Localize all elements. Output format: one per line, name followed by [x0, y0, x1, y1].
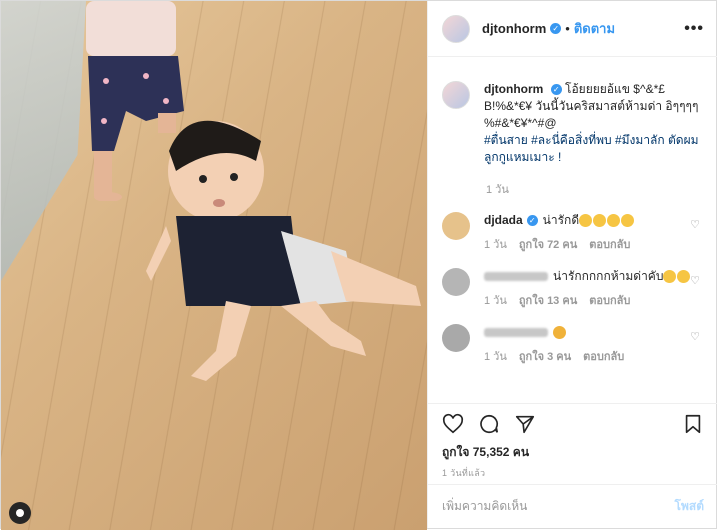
caption-avatar[interactable] — [442, 81, 470, 109]
reply-button[interactable]: ตอบกลับ — [589, 239, 630, 251]
verified-badge-icon: ✓ — [550, 23, 562, 34]
comment-time: 1 วัน — [484, 351, 507, 363]
caption-hashtags[interactable]: #ตื่นสาย #ละนี่คือสิ่งที่พบ #มึงมาลัก ตั… — [484, 132, 704, 166]
post-photo[interactable] — [1, 1, 427, 530]
author-avatar[interactable] — [442, 14, 470, 43]
redacted-username — [484, 272, 548, 282]
comments-scroll[interactable]: djtonhorm ✓ โอ้ยยยยอ้แข $^&*£ B!%&*€¥ วั… — [428, 57, 717, 397]
comment-meta: 1 วัน ถูกใจ 13 คน ตอบกลับ — [484, 293, 694, 310]
comment-line: น่ารักกกกกห้ามด่าคับ — [484, 268, 694, 285]
reply-button[interactable]: ตอบกลับ — [583, 351, 624, 363]
tagged-user-icon[interactable] — [9, 502, 31, 524]
comment-body: น่ารักกกกกห้ามด่าคับ 1 วัน ถูกใจ 13 คน ตอบก… — [484, 268, 694, 310]
comment-text: น่ารักดี — [542, 213, 580, 227]
commenter-avatar[interactable] — [442, 268, 470, 296]
comment-like-heart-icon[interactable]: ♡ — [690, 218, 700, 231]
comment-time: 1 วัน — [484, 295, 507, 307]
emoji-icon — [677, 270, 691, 284]
follow-button[interactable]: ติดตาม — [574, 18, 615, 39]
comment-likes[interactable]: ถูกใจ 3 คน — [519, 351, 571, 363]
separator-dot: • — [565, 21, 570, 36]
commenter-avatar[interactable] — [442, 324, 470, 352]
comment-like-heart-icon[interactable]: ♡ — [690, 274, 700, 287]
post-modal: djtonhorm ✓ • ติดตาม ••• djtonhorm ✓ โอ้… — [0, 0, 717, 530]
comment-likes[interactable]: ถูกใจ 13 คน — [519, 295, 577, 307]
comment-item: djdada ✓ น่ารักดี 1 วัน ถูกใจ 72 คน ตอบกลับ ♡ — [442, 212, 704, 254]
emoji-icon — [621, 214, 635, 228]
emoji-icon — [579, 214, 593, 228]
baby-crawling-image — [146, 120, 421, 381]
comment-bubble-icon[interactable] — [478, 413, 500, 435]
post-comment-button[interactable]: โพสต์ — [675, 497, 704, 516]
comment-time: 1 วัน — [484, 239, 507, 251]
share-send-icon[interactable] — [514, 413, 536, 435]
action-bar — [428, 403, 717, 443]
comment-meta: 1 วัน ถูกใจ 72 คน ตอบกลับ — [484, 237, 694, 254]
author-username[interactable]: djtonhorm — [482, 21, 546, 36]
emoji-icon — [593, 214, 607, 228]
comment-like-heart-icon[interactable]: ♡ — [690, 330, 700, 343]
emoji-icon — [607, 214, 621, 228]
posted-time: 1 วันที่แล้ว — [442, 468, 486, 478]
emoji-icon — [663, 270, 677, 284]
post-sidebar: djtonhorm ✓ • ติดตาม ••• djtonhorm ✓ โอ้… — [427, 1, 717, 528]
more-options-icon[interactable]: ••• — [684, 20, 704, 38]
emoji-icon — [553, 326, 566, 340]
caption-username[interactable]: djtonhorm — [484, 82, 543, 96]
like-heart-icon[interactable] — [442, 413, 464, 435]
commenter-avatar[interactable] — [442, 212, 470, 240]
comment-item: 1 วัน ถูกใจ 3 คน ตอบกลับ ♡ — [442, 324, 704, 366]
comment-line — [484, 324, 694, 341]
caption-time: 1 วัน — [486, 184, 509, 196]
verified-badge-icon: ✓ — [550, 84, 562, 96]
caption: djtonhorm ✓ โอ้ยยยยอ้แข $^&*£ B!%&*€¥ วั… — [442, 57, 704, 166]
add-comment-bar: เพิ่มความคิดเห็น โพสต์ — [428, 484, 717, 528]
comment-text: น่ารักกกกกห้ามด่าคับ — [553, 269, 664, 283]
redacted-username — [484, 328, 548, 338]
comment-likes[interactable]: ถูกใจ 72 คน — [519, 239, 577, 251]
comment-list: djdada ✓ น่ารักดี 1 วัน ถูกใจ 72 คน ตอบกลับ ♡ น… — [442, 212, 704, 366]
comment-body: 1 วัน ถูกใจ 3 คน ตอบกลับ — [484, 324, 694, 366]
reply-button[interactable]: ตอบกลับ — [589, 295, 630, 307]
comment-meta: 1 วัน ถูกใจ 3 คน ตอบกลับ — [484, 349, 694, 366]
comment-item: น่ารักกกกกห้ามด่าคับ 1 วัน ถูกใจ 13 คน ตอบก… — [442, 268, 704, 310]
verified-badge-icon: ✓ — [526, 215, 538, 227]
caption-body: djtonhorm ✓ โอ้ยยยยอ้แข $^&*£ B!%&*€¥ วั… — [484, 81, 704, 166]
comment-line: djdada ✓ น่ารักดี — [484, 212, 694, 229]
likes-count[interactable]: ถูกใจ 75,352 คน — [442, 443, 529, 462]
commenter-username[interactable]: djdada — [484, 213, 523, 227]
post-header: djtonhorm ✓ • ติดตาม ••• — [428, 1, 717, 57]
save-bookmark-icon[interactable] — [682, 413, 704, 435]
add-comment-input[interactable]: เพิ่มความคิดเห็น — [442, 497, 527, 516]
comment-body: djdada ✓ น่ารักดี 1 วัน ถูกใจ 72 คน ตอบกลับ — [484, 212, 694, 254]
